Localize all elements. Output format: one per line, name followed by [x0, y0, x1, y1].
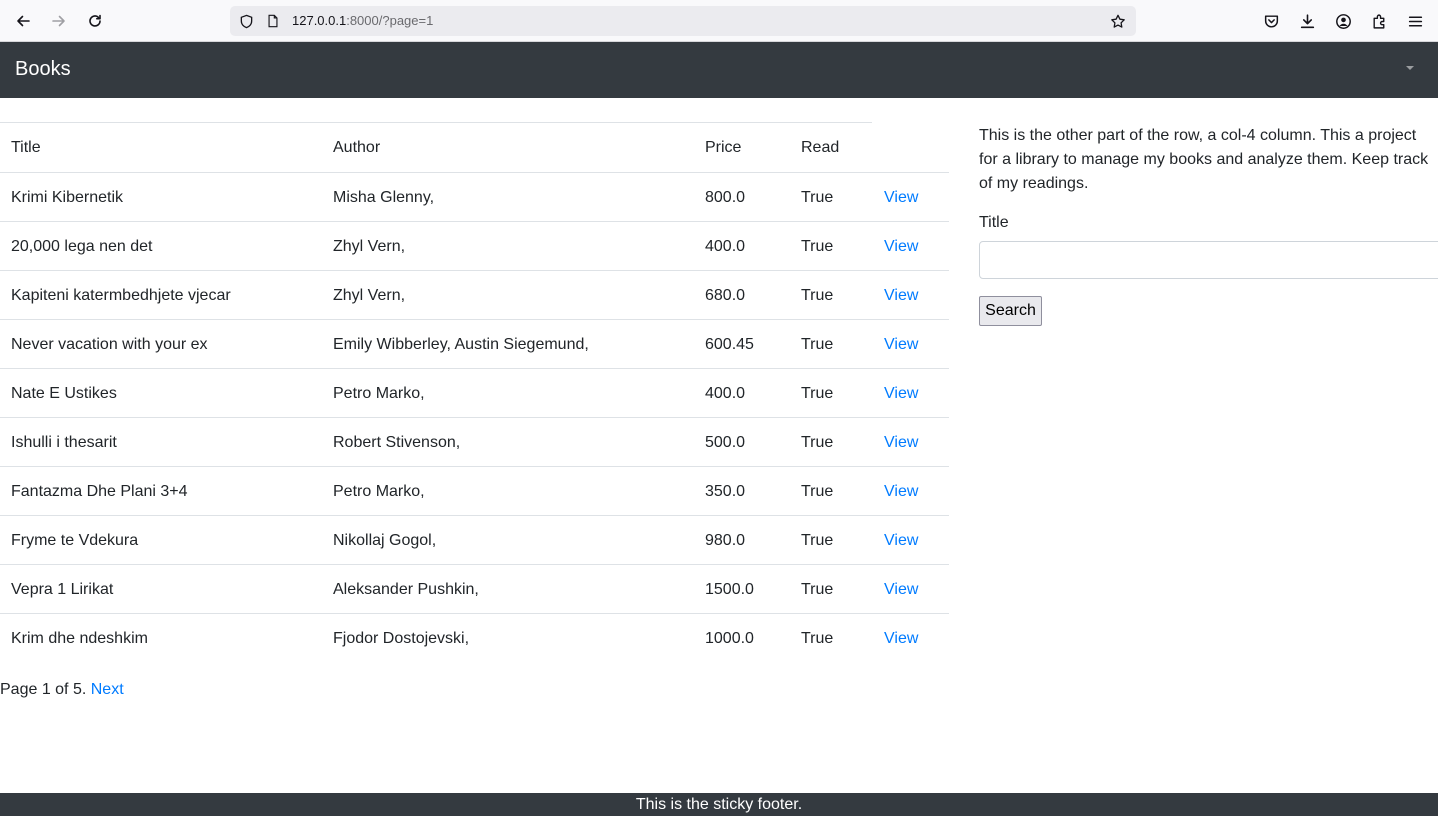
cell-price: 350.0 — [705, 483, 746, 500]
title-label: Title — [979, 214, 1009, 231]
cell-author: Zhyl Vern, — [333, 238, 406, 255]
sticky-footer: This is the sticky footer. — [0, 793, 1438, 816]
cell-title: Fantazma Dhe Plani 3+4 — [11, 483, 188, 500]
url-path: :8000/?page=1 — [346, 13, 434, 28]
cell-read: True — [801, 385, 834, 402]
table-row: 20,000 lega nen det Zhyl Vern, 400.0 True Vi… — [0, 221, 949, 270]
header-title: Title — [11, 139, 41, 156]
view-link[interactable]: View — [884, 189, 918, 207]
view-link[interactable]: View — [884, 630, 918, 648]
cell-read: True — [801, 630, 834, 647]
cell-title: Kapiteni katermbedhjete vjecar — [11, 287, 231, 304]
cell-price: 600.45 — [705, 336, 754, 353]
cell-author: Robert Stivenson, — [333, 434, 461, 451]
cell-author: Petro Marko, — [333, 483, 425, 500]
cell-read: True — [801, 238, 834, 255]
cell-price: 800.0 — [705, 189, 746, 206]
cell-price: 980.0 — [705, 532, 746, 549]
cell-price: 1000.0 — [705, 630, 754, 647]
navbar: Books — [0, 42, 1438, 98]
page-icon — [265, 13, 281, 29]
url-host: 127.0.0.1 — [292, 13, 347, 28]
view-link[interactable]: View — [884, 287, 918, 305]
cell-read: True — [801, 532, 834, 549]
cell-author: Petro Marko, — [333, 385, 425, 402]
table-header-row: Title Author Price Read — [0, 123, 949, 172]
table-row: Nate E Ustikes Petro Marko, 400.0 True View — [0, 368, 949, 417]
cell-title: Krimi Kibernetik — [11, 189, 124, 206]
table-row: Krim dhe ndeshkim Fjodor Dostojevski, 1000… — [0, 613, 949, 662]
pagination: Page 1 of 5. Next — [0, 681, 124, 699]
cell-author: Nikollaj Gogol, — [333, 532, 437, 549]
search-button[interactable]: Search — [979, 296, 1042, 326]
cell-price: 400.0 — [705, 238, 746, 255]
cell-price: 680.0 — [705, 287, 746, 304]
view-link[interactable]: View — [884, 385, 918, 403]
cell-author: Misha Glenny, — [333, 189, 435, 206]
cell-read: True — [801, 287, 834, 304]
cell-read: True — [801, 483, 834, 500]
address-bar[interactable]: 127.0.0.1:8000/?page=1 — [230, 6, 1136, 36]
cell-read: True — [801, 336, 834, 353]
download-icon[interactable] — [1297, 11, 1317, 31]
url-text[interactable]: 127.0.0.1:8000/?page=1 — [292, 13, 433, 28]
view-link[interactable]: View — [884, 483, 918, 501]
cell-title: Ishulli i thesarit — [11, 434, 117, 451]
shield-icon[interactable] — [238, 13, 254, 29]
back-icon[interactable] — [11, 9, 35, 33]
bookmark-star-icon[interactable] — [1110, 13, 1126, 29]
navbar-brand[interactable]: Books — [15, 58, 71, 81]
table-row: Fryme te Vdekura Nikollaj Gogol, 980.0 True… — [0, 515, 949, 564]
table-row: Ishulli i thesarit Robert Stivenson, 500.0… — [0, 417, 949, 466]
cell-title: Fryme te Vdekura — [11, 532, 139, 549]
pocket-icon[interactable] — [1261, 11, 1281, 31]
cell-read: True — [801, 189, 834, 206]
extensions-icon[interactable] — [1369, 11, 1389, 31]
cell-title: 20,000 lega nen det — [11, 238, 153, 255]
cell-price: 400.0 — [705, 385, 746, 402]
cell-title: Krim dhe ndeshkim — [11, 630, 148, 647]
forward-icon[interactable] — [47, 9, 71, 33]
view-link[interactable]: View — [884, 434, 918, 452]
sidebar-description: This is the other part of the row, a col… — [979, 127, 1429, 192]
menu-icon[interactable] — [1405, 11, 1425, 31]
next-page-link[interactable]: Next — [91, 681, 124, 698]
cell-author: Fjodor Dostojevski, — [333, 630, 470, 647]
browser-toolbar: 127.0.0.1:8000/?page=1 — [0, 0, 1438, 42]
header-read: Read — [801, 139, 840, 156]
table-row: Krimi Kibernetik Misha Glenny, 800.0 True Vi… — [0, 172, 949, 221]
view-link[interactable]: View — [884, 336, 918, 354]
dropdown-caret-icon[interactable] — [1406, 66, 1414, 70]
header-author: Author — [333, 139, 381, 156]
header-price: Price — [705, 139, 742, 156]
cell-title: Never vacation with your ex — [11, 336, 208, 353]
cell-author: Zhyl Vern, — [333, 287, 406, 304]
reload-icon[interactable] — [83, 9, 107, 33]
title-search-input[interactable] — [979, 241, 1438, 279]
table-row: Never vacation with your ex Emily Wibberl… — [0, 319, 949, 368]
cell-read: True — [801, 581, 834, 598]
view-link[interactable]: View — [884, 532, 918, 550]
view-link[interactable]: View — [884, 238, 918, 256]
view-link[interactable]: View — [884, 581, 918, 599]
account-icon[interactable] — [1333, 11, 1353, 31]
table-row: Kapiteni katermbedhjete vjecar Zhyl Vern,… — [0, 270, 949, 319]
table-row: Fantazma Dhe Plani 3+4 Petro Marko, 350.0 T… — [0, 466, 949, 515]
cell-price: 500.0 — [705, 434, 746, 451]
cell-read: True — [801, 434, 834, 451]
table-row: Vepra 1 Lirikat Aleksander Pushkin, 1500.0… — [0, 564, 949, 613]
cell-author: Emily Wibberley, Austin Siegemund, — [333, 336, 589, 353]
page-info: Page 1 of 5. — [0, 681, 87, 698]
cell-title: Vepra 1 Lirikat — [11, 581, 114, 598]
cell-title: Nate E Ustikes — [11, 385, 117, 402]
cell-author: Aleksander Pushkin, — [333, 581, 479, 598]
cell-price: 1500.0 — [705, 581, 754, 598]
